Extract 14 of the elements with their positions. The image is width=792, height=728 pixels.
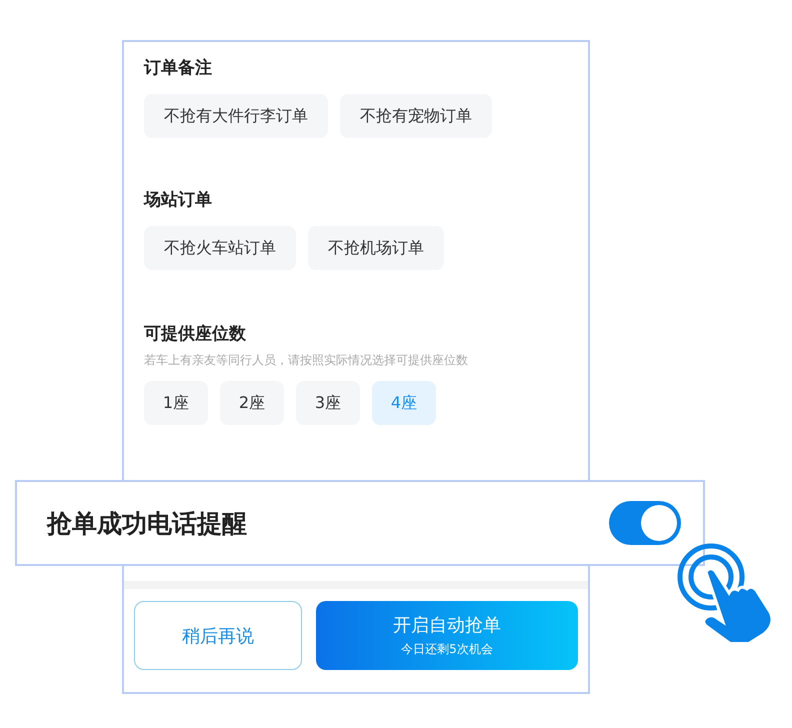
option-chip[interactable]: 不抢火车站订单 bbox=[144, 226, 296, 270]
later-button[interactable]: 稍后再说 bbox=[134, 601, 302, 670]
option-chip[interactable]: 不抢有大件行李订单 bbox=[144, 94, 328, 138]
section-title: 可提供座位数 bbox=[144, 323, 247, 346]
section-hint: 若车上有亲友等同行人员，请按照实际情况选择可提供座位数 bbox=[144, 352, 469, 369]
section-title: 订单备注 bbox=[144, 57, 213, 80]
section-title: 场站订单 bbox=[144, 189, 213, 212]
option-chip[interactable]: 1座 bbox=[144, 381, 208, 425]
option-chip[interactable]: 3座 bbox=[296, 381, 360, 425]
reminder-toggle[interactable] bbox=[609, 501, 681, 545]
option-chip[interactable]: 2座 bbox=[220, 381, 284, 425]
option-chip[interactable]: 不抢有宠物订单 bbox=[340, 94, 492, 138]
reminder-label: 抢单成功电话提醒 bbox=[47, 508, 247, 540]
option-chip[interactable]: 不抢机场订单 bbox=[308, 226, 444, 270]
